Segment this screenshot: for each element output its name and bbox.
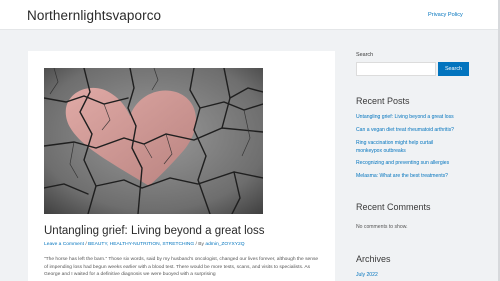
author-link[interactable]: admin_ZOYXY2Q — [205, 242, 244, 247]
post-meta: Leave a Comment / BEAUTY, HEALTHY-NUTRIT… — [44, 242, 245, 248]
meta-by-separator: / By — [194, 242, 206, 247]
search-button[interactable]: Search — [438, 62, 469, 76]
archives-heading: Archives — [356, 254, 391, 264]
post-title-link[interactable]: Untangling grief: Living beyond a great … — [44, 224, 265, 238]
site-header: Northernlightsvaporco Privacy Policy — [0, 0, 500, 30]
recent-post-link[interactable]: Recognizing and preventing sun allergies — [356, 160, 449, 167]
recent-post-link[interactable]: Can a vegan diet treat rheumatoid arthri… — [356, 127, 454, 134]
site-title-link[interactable]: Northernlightsvaporco — [27, 8, 161, 24]
recent-posts-heading: Recent Posts — [356, 96, 410, 106]
cracked-heart-image[interactable] — [44, 68, 263, 214]
category-links[interactable]: BEAUTY, HEALTHY-NUTRITION, STRETCHING — [88, 242, 194, 247]
archive-link[interactable]: July 2022 — [356, 272, 378, 279]
recent-post-link[interactable]: Ring vaccination might help curtail — [356, 140, 433, 147]
post-card: Untangling grief: Living beyond a great … — [28, 51, 335, 281]
leave-comment-link[interactable]: Leave a Comment — [44, 242, 84, 247]
nav-privacy-policy[interactable]: Privacy Policy — [428, 12, 463, 19]
no-comments-text: No comments to show. — [356, 224, 408, 230]
recent-post-link[interactable]: Untangling grief: Living beyond a great … — [356, 114, 454, 121]
recent-post-link-continued[interactable]: monkeypox outbreaks — [356, 148, 406, 155]
recent-post-link[interactable]: Melasma: What are the best treatments? — [356, 173, 448, 180]
post-excerpt: “The horse has left the barn.” Those six… — [44, 257, 319, 277]
cracked-heart-illustration — [44, 68, 263, 214]
recent-comments-heading: Recent Comments — [356, 202, 431, 212]
search-label: Search — [356, 52, 374, 58]
search-input[interactable] — [356, 62, 436, 76]
